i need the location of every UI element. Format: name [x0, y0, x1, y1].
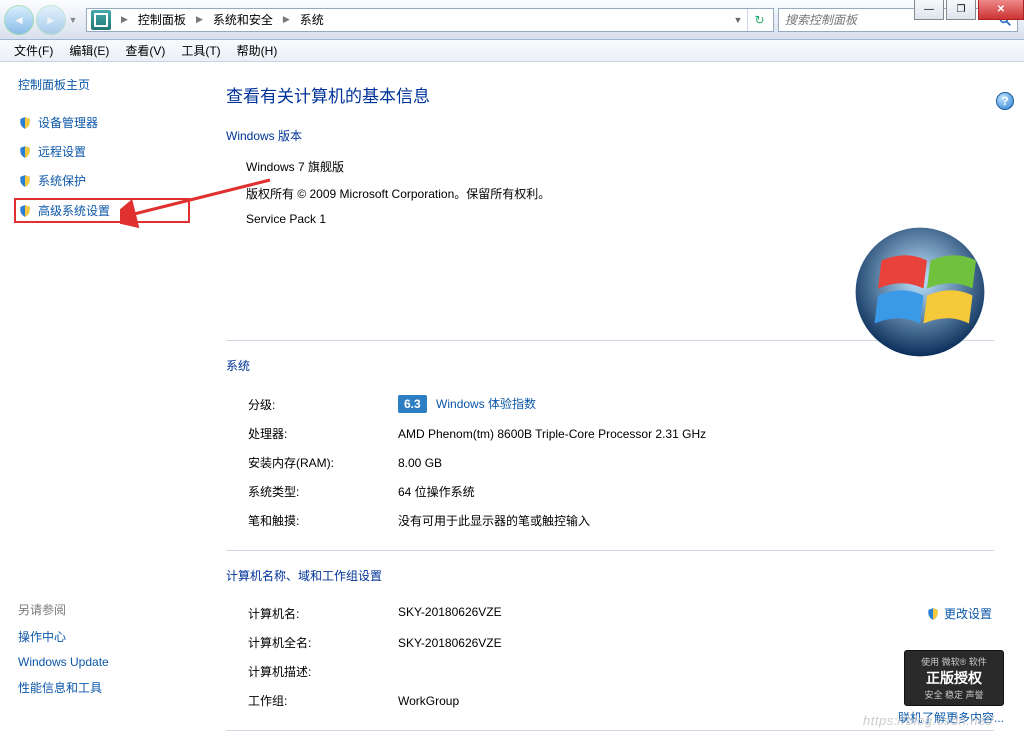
window-controls: — ❐ ✕ — [912, 0, 1024, 20]
genuine-badge: 使用 微软® 软件 正版授权 安全 稳定 声誉 — [904, 650, 1004, 706]
breadcrumb-system[interactable]: 系统 — [296, 9, 328, 30]
cpu-value: AMD Phenom(tm) 8600B Triple-Core Process… — [398, 420, 992, 447]
breadcrumb: ▶ 控制面板 ▶ 系统和安全 ▶ 系统 — [115, 9, 328, 30]
systype-value: 64 位操作系统 — [398, 478, 992, 505]
cpu-label: 处理器: — [248, 420, 396, 447]
nav-back-button[interactable]: ◄ — [4, 5, 34, 35]
sidebar-item-label: 设备管理器 — [38, 114, 98, 131]
shield-icon — [18, 174, 32, 188]
page-title: 查看有关计算机的基本信息 — [226, 82, 994, 107]
menu-file[interactable]: 文件(F) — [8, 40, 59, 61]
sidebar-item-device-manager[interactable]: 设备管理器 — [18, 111, 190, 134]
desc-value — [398, 658, 992, 685]
copyright-text: 版权所有 © 2009 Microsoft Corporation。保留所有权利… — [246, 185, 994, 202]
workgroup-label: 工作组: — [248, 687, 396, 714]
maximize-icon: ❐ — [957, 4, 966, 15]
chevron-right-icon[interactable]: ▶ — [277, 14, 296, 25]
sidebar-item-system-protection[interactable]: 系统保护 — [18, 169, 190, 192]
fullname-label: 计算机全名: — [248, 629, 396, 656]
maximize-button[interactable]: ❐ — [946, 0, 976, 20]
rating-label: 分级: — [248, 390, 396, 418]
refresh-button[interactable]: ↻ — [747, 9, 771, 31]
systype-label: 系统类型: — [248, 478, 396, 505]
nav-forward-button[interactable]: ► — [36, 5, 66, 35]
sidebar: 控制面板主页 设备管理器 远程设置 系统保护 高级系统设置 另请参阅 操作中心 … — [0, 62, 200, 736]
sidebar-item-label: 远程设置 — [38, 143, 86, 160]
close-button[interactable]: ✕ — [978, 0, 1024, 20]
see-also-title: 另请参阅 — [18, 601, 109, 618]
pcname-value: SKY-20180626VZE — [398, 605, 502, 619]
shield-icon — [926, 607, 940, 621]
section-domain: 计算机名称、域和工作组设置 — [226, 567, 994, 584]
desc-label: 计算机描述: — [248, 658, 396, 685]
chevron-right-icon[interactable]: ▶ — [190, 14, 209, 25]
address-bar[interactable]: ▶ 控制面板 ▶ 系统和安全 ▶ 系统 ▼ ↻ — [86, 8, 774, 32]
touch-value: 没有可用于此显示器的笔或触控输入 — [398, 507, 992, 534]
edition-name: Windows 7 旗舰版 — [246, 158, 994, 175]
genuine-line2: 正版授权 — [926, 668, 982, 688]
sidebar-item-remote-settings[interactable]: 远程设置 — [18, 140, 190, 163]
genuine-learn-more-link[interactable]: 联机了解更多内容... — [898, 709, 1004, 726]
shield-icon — [18, 145, 32, 159]
minimize-icon: — — [924, 4, 934, 15]
menu-edit[interactable]: 编辑(E) — [63, 40, 115, 61]
breadcrumb-control-panel[interactable]: 控制面板 — [134, 9, 190, 30]
shield-icon — [18, 204, 32, 218]
navbar: ◄ ► ▼ ▶ 控制面板 ▶ 系统和安全 ▶ 系统 ▼ ↻ — [0, 0, 1024, 40]
address-dropdown[interactable]: ▼ — [729, 15, 747, 25]
breadcrumb-system-security[interactable]: 系统和安全 — [209, 9, 277, 30]
change-settings-label: 更改设置 — [944, 605, 992, 622]
content-pane: 查看有关计算机的基本信息 Windows 版本 Windows 7 旗舰版 版权… — [200, 62, 1024, 736]
nav-history-dropdown[interactable]: ▼ — [66, 5, 80, 35]
genuine-line3: 安全 稳定 声誉 — [924, 688, 983, 701]
sidebar-item-advanced-settings[interactable]: 高级系统设置 — [14, 198, 190, 223]
refresh-icon: ↻ — [754, 13, 764, 27]
touch-label: 笔和触摸: — [248, 507, 396, 534]
sidebar-item-label: 高级系统设置 — [38, 202, 110, 219]
menu-tools[interactable]: 工具(T) — [175, 40, 226, 61]
windows-logo — [850, 222, 990, 362]
minimize-button[interactable]: — — [914, 0, 944, 20]
control-panel-home-link[interactable]: 控制面板主页 — [18, 76, 190, 93]
menu-view[interactable]: 查看(V) — [119, 40, 171, 61]
ram-label: 安装内存(RAM): — [248, 449, 396, 476]
menubar: 文件(F) 编辑(E) 查看(V) 工具(T) 帮助(H) — [0, 40, 1024, 62]
shield-icon — [18, 116, 32, 130]
close-icon: ✕ — [997, 4, 1005, 15]
change-settings-link[interactable]: 更改设置 — [926, 605, 992, 622]
system-icon — [91, 10, 111, 30]
pcname-label: 计算机名: — [248, 600, 396, 627]
genuine-line1: 使用 微软® 软件 — [921, 655, 987, 668]
chevron-right-icon[interactable]: ▶ — [115, 14, 134, 25]
fullname-value: SKY-20180626VZE — [398, 629, 992, 656]
ram-value: 8.00 GB — [398, 449, 992, 476]
menu-help[interactable]: 帮助(H) — [231, 40, 284, 61]
experience-index-link[interactable]: Windows 体验指数 — [436, 397, 536, 411]
see-also-section: 另请参阅 操作中心 Windows Update 性能信息和工具 — [18, 601, 109, 706]
section-windows-edition: Windows 版本 — [226, 127, 994, 144]
seealso-action-center[interactable]: 操作中心 — [18, 628, 109, 645]
seealso-performance[interactable]: 性能信息和工具 — [18, 679, 109, 696]
seealso-windows-update[interactable]: Windows Update — [18, 655, 109, 669]
rating-score-badge: 6.3 — [398, 395, 427, 413]
sidebar-item-label: 系统保护 — [38, 172, 86, 189]
